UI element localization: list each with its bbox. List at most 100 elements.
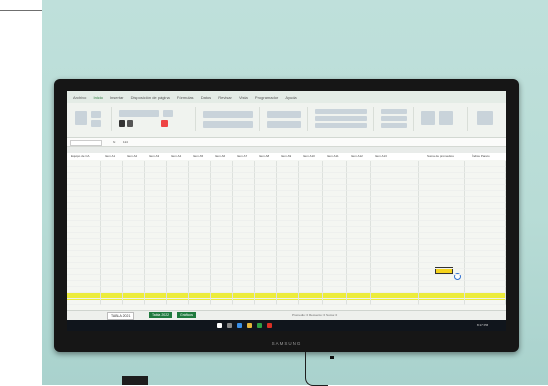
paste-icon[interactable] bbox=[75, 111, 87, 125]
status-bar-text: Promedio: 0 Recuento: 0 Suma: 0 bbox=[292, 313, 338, 317]
app-icon[interactable] bbox=[267, 323, 272, 328]
column-header[interactable]: Item A2 bbox=[127, 154, 137, 158]
column-header[interactable]: Item A11 bbox=[327, 154, 339, 158]
ribbon-tab[interactable]: Inicio bbox=[93, 95, 102, 100]
analyze-data-icon[interactable] bbox=[477, 111, 493, 125]
ribbon-group-cells bbox=[377, 107, 414, 131]
ribbon-tab[interactable]: Datos bbox=[201, 95, 211, 100]
ribbon-group-font bbox=[115, 107, 196, 131]
formula-input[interactable]: 114 bbox=[123, 140, 128, 144]
sheet-tab[interactable]: TABLA 2021 bbox=[107, 312, 135, 320]
excel-icon[interactable] bbox=[257, 323, 262, 328]
column-header[interactable]: Equipo de CA bbox=[71, 154, 90, 158]
formula-bar: fx 114 bbox=[67, 138, 506, 147]
sheet-tab[interactable]: Gráficos bbox=[177, 312, 197, 318]
alignment-buttons[interactable] bbox=[203, 111, 253, 118]
grid-cell[interactable] bbox=[277, 299, 299, 305]
font-name-select[interactable] bbox=[119, 110, 159, 117]
taskbar: 8:17 PM bbox=[67, 320, 506, 331]
grid-cell[interactable] bbox=[465, 299, 506, 305]
grid-cell[interactable] bbox=[189, 299, 211, 305]
ribbon-tab[interactable]: Fórmulas bbox=[177, 95, 194, 100]
conditional-format-button[interactable] bbox=[315, 109, 367, 114]
format-cells-button[interactable] bbox=[381, 123, 407, 128]
bold-icon[interactable] bbox=[119, 120, 125, 127]
ribbon-tab[interactable]: Disposición de página bbox=[131, 95, 170, 100]
fx-icon: fx bbox=[113, 140, 116, 144]
spreadsheet-grid[interactable]: Equipo de CA Item A1 Item A2 Item A3 Ite… bbox=[67, 147, 506, 310]
grid-cell[interactable] bbox=[347, 299, 371, 305]
grid-cell[interactable] bbox=[255, 299, 277, 305]
search-icon[interactable] bbox=[227, 323, 232, 328]
column-header[interactable]: Item A5 bbox=[193, 154, 203, 158]
ribbon-tab[interactable]: Ayuda bbox=[285, 95, 296, 100]
grid-cell[interactable] bbox=[299, 299, 323, 305]
column-header[interactable]: Item A9 bbox=[281, 154, 291, 158]
cut-icon[interactable] bbox=[91, 111, 101, 118]
sheet-tab[interactable]: Tabla 2022 bbox=[149, 312, 173, 318]
taskbar-clock: 8:17 PM bbox=[477, 323, 489, 327]
column-header[interactable]: Índice Pareto bbox=[472, 154, 490, 158]
column-header[interactable]: Item A8 bbox=[259, 154, 269, 158]
grid-cell[interactable] bbox=[67, 299, 101, 305]
find-select-icon[interactable] bbox=[439, 111, 453, 125]
column-header[interactable]: Item A3 bbox=[149, 154, 159, 158]
ribbon bbox=[67, 103, 506, 138]
column-header[interactable]: Item A1 bbox=[105, 154, 115, 158]
font-color-icon[interactable] bbox=[161, 120, 168, 127]
column-header[interactable]: Item A4 bbox=[171, 154, 181, 158]
ribbon-tab[interactable]: Archivo bbox=[73, 95, 86, 100]
grid-cell[interactable] bbox=[211, 299, 233, 305]
column-header[interactable]: Item A13 bbox=[375, 154, 387, 158]
browser-icon[interactable] bbox=[237, 323, 242, 328]
column-header-row: Equipo de CA Item A1 Item A2 Item A3 Ite… bbox=[67, 153, 506, 160]
cable-plug bbox=[330, 356, 334, 359]
grid-cell[interactable] bbox=[323, 299, 347, 305]
italic-icon[interactable] bbox=[127, 120, 133, 127]
column-header[interactable]: Suma de promedios bbox=[427, 154, 454, 158]
ribbon-group-styles bbox=[311, 107, 374, 131]
television: Archivo Inicio Insertar Disposición de p… bbox=[54, 79, 519, 352]
start-icon[interactable] bbox=[217, 323, 222, 328]
folder-icon[interactable] bbox=[247, 323, 252, 328]
ribbon-tab[interactable]: Revisar bbox=[218, 95, 232, 100]
tv-screen: Archivo Inicio Insertar Disposición de p… bbox=[67, 91, 506, 331]
power-cable bbox=[305, 352, 328, 386]
number-format-select[interactable] bbox=[267, 111, 301, 118]
ribbon-group-clipboard bbox=[71, 107, 112, 131]
grid-cell[interactable] bbox=[167, 299, 189, 305]
grid-cell[interactable] bbox=[145, 299, 167, 305]
sheet-tab-bar: TABLA 2021 Tabla 2022 Gráficos Promedio:… bbox=[67, 310, 506, 320]
column-header[interactable]: Item A10 bbox=[303, 154, 315, 158]
column-header[interactable]: Item A7 bbox=[237, 154, 247, 158]
grid-cell[interactable] bbox=[123, 299, 145, 305]
format-as-table-button[interactable] bbox=[315, 116, 367, 121]
ribbon-tab[interactable]: Programador bbox=[255, 95, 278, 100]
ribbon-tab[interactable]: Vista bbox=[239, 95, 248, 100]
sort-filter-icon[interactable] bbox=[421, 111, 435, 125]
ribbon-tab[interactable]: Insertar bbox=[110, 95, 124, 100]
photo: Archivo Inicio Insertar Disposición de p… bbox=[0, 0, 548, 386]
ribbon-group-alignment bbox=[199, 107, 260, 131]
grid-cell[interactable] bbox=[233, 299, 255, 305]
grid-cell[interactable] bbox=[371, 299, 419, 305]
merge-buttons[interactable] bbox=[203, 121, 253, 128]
ribbon-group-editing bbox=[417, 107, 468, 131]
ribbon-tabs: Archivo Inicio Insertar Disposición de p… bbox=[67, 91, 506, 103]
column-header[interactable]: Item A6 bbox=[215, 154, 225, 158]
font-size-select[interactable] bbox=[163, 110, 173, 117]
ribbon-group-number bbox=[263, 107, 308, 131]
tv-mount-bracket bbox=[122, 376, 148, 385]
copy-icon[interactable] bbox=[91, 120, 101, 127]
grid-cell[interactable] bbox=[419, 299, 465, 305]
left-margin-line bbox=[0, 0, 42, 11]
delete-cells-button[interactable] bbox=[381, 116, 407, 121]
column-header[interactable]: Item A12 bbox=[351, 154, 363, 158]
grid-cell[interactable] bbox=[101, 299, 123, 305]
number-buttons[interactable] bbox=[267, 121, 301, 128]
tv-brand-label: SAMSUNG bbox=[271, 341, 302, 346]
name-box[interactable] bbox=[70, 140, 102, 146]
ribbon-group-analysis bbox=[471, 107, 501, 131]
insert-cells-button[interactable] bbox=[381, 109, 407, 114]
cell-styles-button[interactable] bbox=[315, 123, 367, 128]
